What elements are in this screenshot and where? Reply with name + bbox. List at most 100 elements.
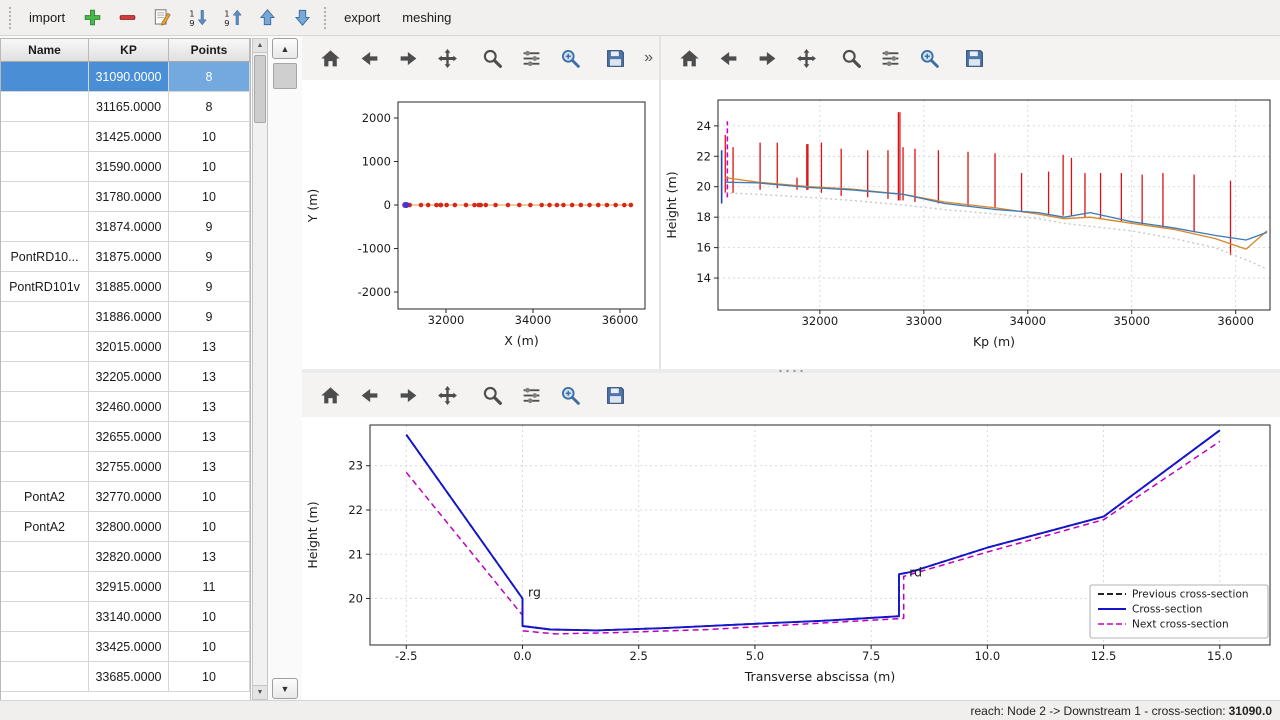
cell-name[interactable]: [1, 332, 89, 362]
sort-ascending-button[interactable]: 19: [219, 5, 245, 31]
column-header-kp[interactable]: KP: [89, 39, 169, 62]
cell-points[interactable]: 13: [169, 362, 250, 392]
plan-view-plot[interactable]: 320003400036000-2000-1000010002000X (m)Y…: [302, 80, 659, 369]
sort-descending-button[interactable]: 19: [184, 5, 210, 31]
import-button[interactable]: import: [21, 5, 73, 30]
cell-name[interactable]: [1, 182, 89, 212]
table-row[interactable]: 33685.000010: [1, 662, 250, 692]
save-button[interactable]: [959, 43, 990, 74]
table-row[interactable]: 32205.000013: [1, 362, 250, 392]
cell-kp[interactable]: 31090.0000: [89, 62, 169, 92]
table-row[interactable]: 33140.000010: [1, 602, 250, 632]
cell-kp[interactable]: 31875.0000: [89, 242, 169, 272]
cell-kp[interactable]: 32915.0000: [89, 572, 169, 602]
save-button[interactable]: [600, 380, 631, 411]
cell-points[interactable]: 9: [169, 302, 250, 332]
cell-kp[interactable]: 32770.0000: [89, 482, 169, 512]
forward-button[interactable]: [393, 380, 424, 411]
cell-name[interactable]: [1, 62, 89, 92]
table-row[interactable]: 31090.00008: [1, 62, 250, 92]
table-row[interactable]: PontA232770.000010: [1, 482, 250, 512]
cell-points[interactable]: 10: [169, 182, 250, 212]
home-button[interactable]: [315, 380, 346, 411]
cell-name[interactable]: [1, 542, 89, 572]
table-row[interactable]: PontA232800.000010: [1, 512, 250, 542]
cell-kp[interactable]: 31780.0000: [89, 182, 169, 212]
home-button[interactable]: [315, 43, 346, 74]
table-row[interactable]: 31590.000010: [1, 152, 250, 182]
cell-points[interactable]: 9: [169, 272, 250, 302]
cell-points[interactable]: 13: [169, 422, 250, 452]
cell-kp[interactable]: 33425.0000: [89, 632, 169, 662]
table-row[interactable]: 31425.000010: [1, 122, 250, 152]
back-button[interactable]: [354, 380, 385, 411]
edit-parameters-button[interactable]: [555, 43, 586, 74]
toolbar-overflow-button[interactable]: »: [644, 49, 653, 67]
cell-points[interactable]: 10: [169, 512, 250, 542]
previous-section-button[interactable]: ▲: [272, 38, 298, 59]
table-row[interactable]: 33425.000010: [1, 632, 250, 662]
table-row[interactable]: 32820.000013: [1, 542, 250, 572]
cell-kp[interactable]: 32205.0000: [89, 362, 169, 392]
longitudinal-profile-plot[interactable]: 3200033000340003500036000141618202224Kp …: [661, 80, 1280, 369]
pan-button[interactable]: [432, 43, 463, 74]
add-button[interactable]: [79, 5, 105, 31]
table-row[interactable]: 31780.000010: [1, 182, 250, 212]
table-row[interactable]: 31874.00009: [1, 212, 250, 242]
back-button[interactable]: [354, 43, 385, 74]
cell-name[interactable]: PontRD101v: [1, 272, 89, 302]
navigator-thumb[interactable]: [273, 63, 297, 89]
cell-name[interactable]: [1, 422, 89, 452]
scrollbar-up-button[interactable]: ▲: [253, 39, 267, 53]
cell-kp[interactable]: 32655.0000: [89, 422, 169, 452]
cell-name[interactable]: PontA2: [1, 512, 89, 542]
table-row[interactable]: 32755.000013: [1, 452, 250, 482]
subplots-button[interactable]: [516, 43, 547, 74]
subplots-button[interactable]: [875, 43, 906, 74]
cell-name[interactable]: [1, 212, 89, 242]
column-header-points[interactable]: Points: [169, 39, 250, 62]
table-row[interactable]: 32460.000013: [1, 392, 250, 422]
back-button[interactable]: [713, 43, 744, 74]
table-row[interactable]: 32915.000011: [1, 572, 250, 602]
cell-name[interactable]: [1, 452, 89, 482]
cell-kp[interactable]: 31885.0000: [89, 272, 169, 302]
table-row[interactable]: 32015.000013: [1, 332, 250, 362]
cell-name[interactable]: [1, 572, 89, 602]
cell-points[interactable]: 13: [169, 452, 250, 482]
cell-name[interactable]: [1, 632, 89, 662]
pan-button[interactable]: [432, 380, 463, 411]
cell-points[interactable]: 10: [169, 632, 250, 662]
cross-section-plot[interactable]: rgrd-2.50.02.55.07.510.012.515.020212223…: [302, 417, 1280, 700]
cell-kp[interactable]: 31590.0000: [89, 152, 169, 182]
column-header-name[interactable]: Name: [1, 39, 89, 62]
meshing-button[interactable]: meshing: [394, 5, 459, 30]
cell-kp[interactable]: 31886.0000: [89, 302, 169, 332]
export-button[interactable]: export: [336, 5, 388, 30]
forward-button[interactable]: [752, 43, 783, 74]
cell-points[interactable]: 10: [169, 482, 250, 512]
table-row[interactable]: 31886.00009: [1, 302, 250, 332]
table-row[interactable]: PontRD10...31875.00009: [1, 242, 250, 272]
cell-kp[interactable]: 32460.0000: [89, 392, 169, 422]
scrollbar-thumb[interactable]: [254, 55, 266, 123]
pan-button[interactable]: [791, 43, 822, 74]
cell-kp[interactable]: 33140.0000: [89, 602, 169, 632]
table-row[interactable]: PontRD101v31885.00009: [1, 272, 250, 302]
subplots-button[interactable]: [516, 380, 547, 411]
cell-name[interactable]: [1, 302, 89, 332]
cell-kp[interactable]: 32820.0000: [89, 542, 169, 572]
next-section-button[interactable]: ▼: [272, 678, 298, 699]
forward-button[interactable]: [393, 43, 424, 74]
cell-name[interactable]: [1, 152, 89, 182]
cell-points[interactable]: 9: [169, 242, 250, 272]
edit-button[interactable]: [149, 5, 175, 31]
move-up-button[interactable]: [254, 5, 280, 31]
table-row[interactable]: 31165.00008: [1, 92, 250, 122]
scrollbar-down-button[interactable]: ▼: [253, 685, 267, 699]
cell-points[interactable]: 13: [169, 542, 250, 572]
cell-name[interactable]: [1, 662, 89, 692]
cell-name[interactable]: [1, 392, 89, 422]
cell-kp[interactable]: 31425.0000: [89, 122, 169, 152]
cell-points[interactable]: 13: [169, 332, 250, 362]
